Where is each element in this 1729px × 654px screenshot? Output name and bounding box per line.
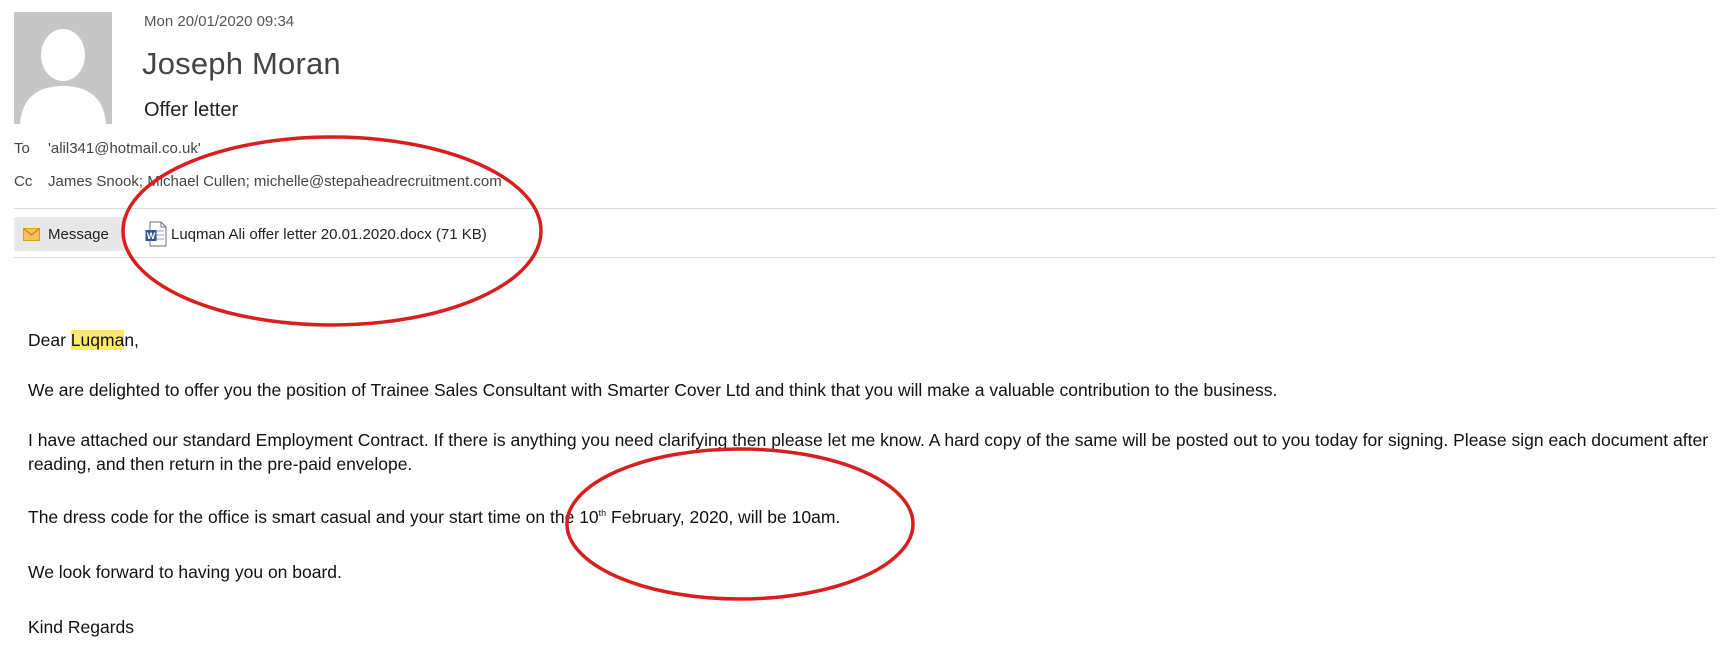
message-tab-label: Message — [48, 225, 109, 243]
paragraph-dress-code: The dress code for the office is smart c… — [28, 501, 1718, 529]
cc-label: Cc — [14, 173, 33, 190]
greeting: Dear Luqman, — [28, 328, 1718, 352]
cc-recipients[interactable]: James Snook; Michael Cullen; michelle@st… — [48, 173, 502, 190]
attachment-item[interactable]: W Luqman Ali offer letter 20.01.2020.doc… — [145, 220, 487, 248]
closing: Kind Regards — [28, 617, 135, 637]
paragraph-offer: We are delighted to offer you the positi… — [28, 380, 1278, 400]
word-document-icon: W — [145, 221, 167, 247]
greeting-suffix: n, — [124, 330, 139, 350]
message-tab[interactable]: Message — [14, 217, 125, 251]
paragraph-contract: I have attached our standard Employment … — [28, 430, 1709, 474]
to-row: To 'alil341@hotmail.co.uk' — [14, 140, 201, 157]
envelope-icon — [23, 227, 40, 241]
to-recipients[interactable]: 'alil341@hotmail.co.uk' — [48, 140, 201, 157]
dress-code-text: The dress code for the office is smart c… — [28, 507, 599, 527]
greeting-prefix: Dear — [28, 330, 71, 350]
start-date-text: February, 2020, will be 10am. — [606, 507, 841, 527]
paragraph-welcome: We look forward to having you on board. — [28, 562, 342, 582]
toolbar-divider — [14, 257, 1716, 258]
cc-row: Cc James Snook; Michael Cullen; michelle@… — [14, 173, 502, 190]
attachment-filename: Luqman Ali offer letter 20.01.2020.docx … — [171, 225, 487, 243]
sender-name: Joseph Moran — [142, 46, 341, 81]
person-silhouette-icon — [20, 29, 106, 124]
to-label: To — [14, 140, 30, 157]
greeting-highlight: Luqma — [70, 330, 125, 350]
email-body: Dear Luqman, We are delighted to offer y… — [28, 328, 1718, 639]
header-divider — [14, 208, 1716, 209]
email-subject: Offer letter — [144, 99, 239, 121]
sent-date: Mon 20/01/2020 09:34 — [144, 13, 295, 30]
svg-text:W: W — [147, 231, 156, 241]
sender-avatar — [14, 12, 112, 124]
